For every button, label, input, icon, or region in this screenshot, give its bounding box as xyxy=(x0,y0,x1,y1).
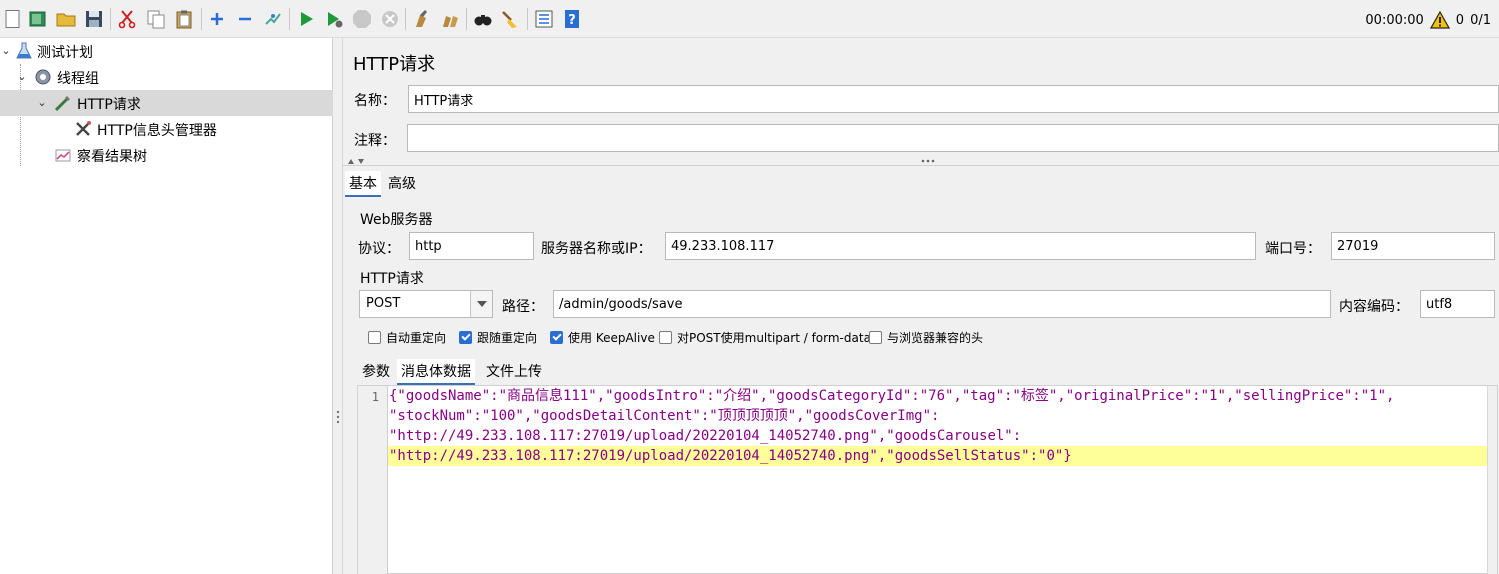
clear-all-icon[interactable] xyxy=(439,8,461,30)
chevron-down-icon[interactable]: ⌄ xyxy=(36,97,48,109)
http-request-panel: HTTP请求 名称： HTTP请求 注释： 基本 高级 Web服务器 协议： h… xyxy=(343,38,1499,574)
start-no-pause-icon[interactable] xyxy=(323,8,345,30)
checkbox-box[interactable] xyxy=(659,331,672,344)
line-gutter: 1 xyxy=(358,386,388,574)
method-select[interactable]: POST xyxy=(359,290,493,318)
checkbox-box[interactable] xyxy=(869,331,882,344)
encoding-label: 内容编码： xyxy=(1339,299,1409,315)
start-icon[interactable] xyxy=(295,8,317,30)
code-line: "stockNum":"100","goodsDetailContent":"顶… xyxy=(389,408,940,424)
svg-text:?: ? xyxy=(568,13,576,28)
stop-icon[interactable] xyxy=(351,8,373,30)
new-icon[interactable] xyxy=(2,8,24,30)
test-plan-icon xyxy=(15,42,33,60)
help-icon[interactable]: ? xyxy=(561,8,583,30)
splitter-grip-icon[interactable] xyxy=(336,410,340,424)
protocol-label: 协议： xyxy=(358,241,400,257)
comment-label: 注释： xyxy=(354,133,396,149)
results-tree-icon xyxy=(54,146,72,164)
code-area[interactable]: {"goodsName":"商品信息111","goodsIntro":"介绍"… xyxy=(388,386,1489,466)
method-value: POST xyxy=(366,296,401,311)
code-line: {"goodsName":"商品信息111","goodsIntro":"介绍"… xyxy=(389,388,1395,404)
test-plan-tree: ⌄ 测试计划 ⌄ 线程组 ⌄ HTTP请求 HTTP信息头管理器 察看结果树 xyxy=(0,38,333,574)
elapsed-time: 00:00:00 xyxy=(1365,12,1424,28)
shutdown-icon[interactable] xyxy=(379,8,401,30)
tab-basic[interactable]: 基本 xyxy=(345,171,381,197)
cut-icon[interactable] xyxy=(116,8,138,30)
tree-node-results-tree[interactable]: 察看结果树 xyxy=(0,142,333,168)
collapse-icon[interactable] xyxy=(234,8,256,30)
open-icon[interactable] xyxy=(55,8,77,30)
server-field[interactable]: 49.233.108.117 xyxy=(665,232,1256,260)
tab-advanced[interactable]: 高级 xyxy=(384,171,420,195)
comment-field[interactable] xyxy=(407,124,1499,152)
templates-icon[interactable] xyxy=(27,8,49,30)
name-field[interactable]: HTTP请求 xyxy=(408,85,1499,113)
expand-icon[interactable] xyxy=(206,8,228,30)
status-area: 00:00:00 0 0/1 xyxy=(1365,10,1491,30)
copy-icon[interactable] xyxy=(145,8,167,30)
tab-body-data[interactable]: 消息体数据 xyxy=(397,359,475,385)
tab-parameters[interactable]: 参数 xyxy=(358,359,394,383)
line-number: 1 xyxy=(371,390,379,404)
search-icon[interactable] xyxy=(472,8,494,30)
toolbar: ? 00:00:00 0 0/1 xyxy=(0,0,1499,38)
http-request-group-title: HTTP请求 xyxy=(360,271,424,287)
tab-file-upload[interactable]: 文件上传 xyxy=(482,359,546,383)
protocol-field[interactable]: http xyxy=(409,232,534,260)
vertical-scrollbar[interactable] xyxy=(1487,386,1497,574)
code-line-current: "http://49.233.108.117:27019/upload/2022… xyxy=(388,446,1489,466)
checkbox-auto-redirect[interactable]: 自动重定向 xyxy=(368,329,446,346)
clear-icon[interactable] xyxy=(411,8,433,30)
path-label: 路径： xyxy=(502,299,544,315)
toggle-icon[interactable] xyxy=(262,8,284,30)
web-server-group-title: Web服务器 xyxy=(360,212,433,228)
tree-node-http-request[interactable]: ⌄ HTTP请求 xyxy=(0,90,333,116)
checkbox-box[interactable] xyxy=(459,331,472,344)
checkbox-browser-headers[interactable]: 与浏览器兼容的头 xyxy=(869,329,983,346)
drag-handle-icon[interactable] xyxy=(921,159,935,163)
server-label: 服务器名称或IP： xyxy=(541,241,652,257)
save-icon[interactable] xyxy=(83,8,105,30)
collapse-arrows-icon[interactable] xyxy=(347,158,367,165)
name-label: 名称： xyxy=(354,93,396,109)
chevron-down-icon[interactable] xyxy=(470,291,492,317)
checkbox-multipart[interactable]: 对POST使用multipart / form-data xyxy=(659,329,871,346)
thread-group-icon xyxy=(34,68,52,86)
splitter[interactable] xyxy=(333,38,343,574)
encoding-field[interactable]: utf8 xyxy=(1420,290,1495,318)
collapse-bar[interactable] xyxy=(343,156,1499,166)
chevron-down-icon[interactable]: ⌄ xyxy=(16,71,28,83)
checkbox-box[interactable] xyxy=(368,331,381,344)
port-label: 端口号： xyxy=(1265,241,1321,257)
chevron-down-icon[interactable]: ⌄ xyxy=(0,45,12,57)
tree-node-thread-group[interactable]: ⌄ 线程组 xyxy=(0,64,333,90)
panel-title: HTTP请求 xyxy=(353,54,436,75)
function-helper-icon[interactable] xyxy=(533,8,555,30)
thread-count: 0/1 xyxy=(1470,12,1491,28)
paste-icon[interactable] xyxy=(173,8,195,30)
port-field[interactable]: 27019 xyxy=(1331,232,1495,260)
checkbox-keepalive[interactable]: 使用 KeepAlive xyxy=(550,329,655,346)
warning-count: 0 xyxy=(1455,12,1465,28)
checkbox-box[interactable] xyxy=(550,331,563,344)
checkbox-follow-redirect[interactable]: 跟随重定向 xyxy=(459,329,537,346)
code-line: "http://49.233.108.117:27019/upload/2022… xyxy=(389,428,1022,444)
tree-node-test-plan[interactable]: ⌄ 测试计划 xyxy=(0,38,333,64)
jmeter-window: ? 00:00:00 0 0/1 ⌄ 测试计划 ⌄ 线程组 ⌄ HTTP请求 H… xyxy=(0,0,1499,574)
body-data-editor[interactable]: 1 {"goodsName":"商品信息111","goodsIntro":"介… xyxy=(357,385,1498,574)
warning-icon[interactable] xyxy=(1429,11,1450,29)
header-manager-icon xyxy=(74,120,92,138)
reset-search-icon[interactable] xyxy=(500,8,522,30)
sampler-icon xyxy=(54,94,72,112)
tree-node-header-manager[interactable]: HTTP信息头管理器 xyxy=(0,116,333,142)
path-field[interactable]: /admin/goods/save xyxy=(553,290,1331,318)
